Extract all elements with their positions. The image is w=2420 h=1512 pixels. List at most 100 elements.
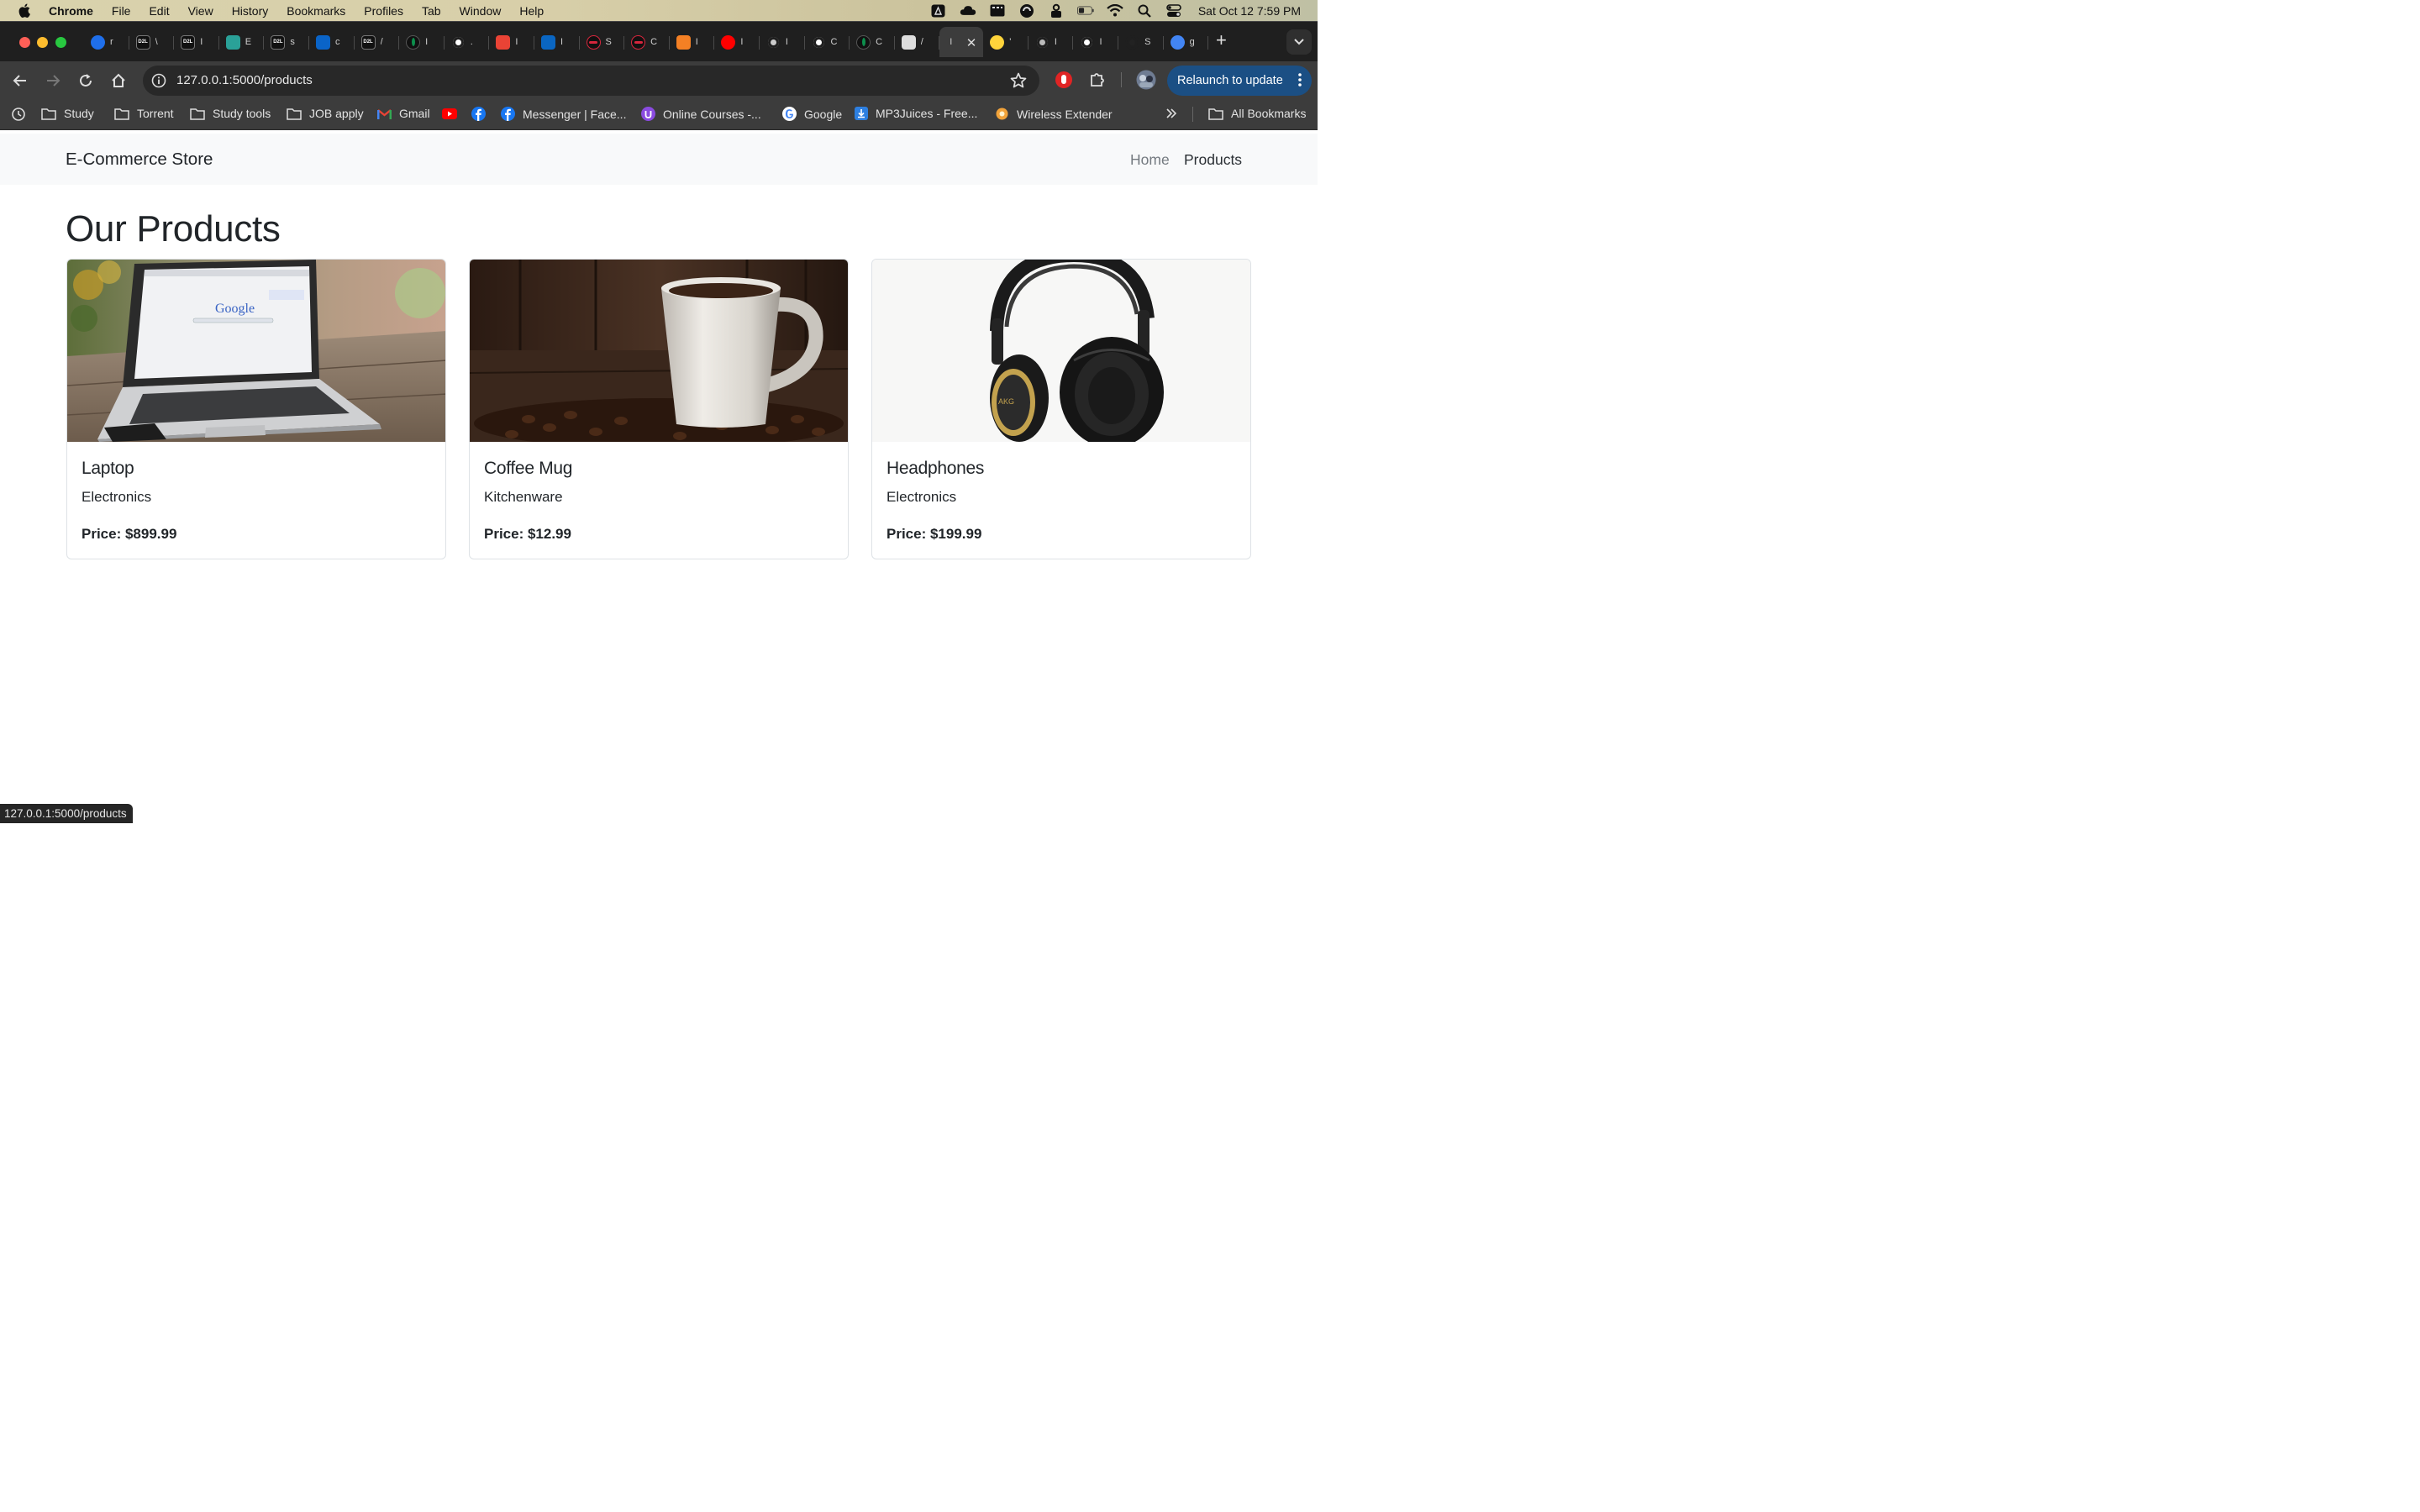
bookmark-online-courses[interactable]: Online Courses -...	[641, 107, 761, 121]
bookmark-study-tools[interactable]: Study tools	[190, 107, 271, 120]
browser-tab[interactable]: r	[84, 27, 129, 57]
browser-tab[interactable]: E	[219, 27, 265, 57]
browser-tab[interactable]: D2L I	[174, 27, 219, 57]
youtube-icon	[442, 108, 457, 119]
browser-tab[interactable]: D2L /	[355, 27, 400, 57]
browser-tab[interactable]: c	[309, 27, 355, 57]
menu-profiles[interactable]: Profiles	[364, 4, 403, 18]
browser-tab[interactable]: C	[624, 27, 670, 57]
drive-icon[interactable]	[930, 4, 947, 18]
browser-tab[interactable]: S	[580, 27, 625, 57]
lock-person-icon[interactable]	[1048, 3, 1065, 18]
bookmark-mp3juices[interactable]: MP3Juices - Free...	[855, 107, 977, 120]
nav-home-link[interactable]: Home	[1130, 151, 1170, 169]
laptop-photo[interactable]: Google	[67, 260, 445, 442]
address-bar[interactable]: 127.0.0.1:5000/products	[143, 66, 1039, 96]
all-bookmarks-button[interactable]: All Bookmarks	[1208, 107, 1306, 120]
facebook-icon	[471, 107, 486, 121]
browser-tab[interactable]: I	[489, 27, 534, 57]
wifi-icon[interactable]	[1107, 4, 1123, 18]
browser-tab[interactable]: I	[670, 27, 715, 57]
minimize-window-button[interactable]	[37, 37, 48, 48]
headphones-photo[interactable]: AKG	[872, 260, 1250, 442]
home-button[interactable]	[109, 71, 128, 90]
browser-tab[interactable]: D2L s	[264, 27, 309, 57]
svg-text:Google: Google	[215, 302, 255, 316]
browser-tab[interactable]: C	[805, 27, 850, 57]
menu-edit[interactable]: Edit	[149, 4, 169, 18]
close-tab-icon[interactable]: ✕	[966, 35, 977, 50]
tab-search-button[interactable]	[1286, 29, 1312, 55]
back-button[interactable]	[11, 71, 29, 90]
extensions-puzzle-icon[interactable]	[1089, 71, 1106, 92]
product-card[interactable]: AKG Headphones Electronics Price: $199.9…	[871, 259, 1251, 559]
menubar-app-icon[interactable]	[989, 4, 1006, 18]
coffee-mug-photo[interactable]	[470, 260, 848, 442]
history-bookmark-icon[interactable]	[11, 107, 26, 122]
browser-tab[interactable]: g	[1164, 27, 1209, 57]
tab-title: I	[200, 37, 203, 47]
menu-file[interactable]: File	[112, 4, 131, 18]
bookmark-job-apply[interactable]: JOB apply	[287, 107, 364, 120]
more-menu-icon[interactable]	[1298, 73, 1302, 90]
menu-window[interactable]: Window	[460, 4, 502, 18]
bookmark-study[interactable]: Study	[41, 107, 94, 120]
browser-tab[interactable]: S	[1118, 27, 1164, 57]
browser-tab[interactable]: I	[760, 27, 805, 57]
browser-tab[interactable]: I	[534, 27, 580, 57]
tab-title: r	[110, 37, 113, 47]
browser-tab[interactable]: C	[850, 27, 895, 57]
bookmark-youtube[interactable]	[442, 108, 465, 119]
browser-tab[interactable]: I	[399, 27, 445, 57]
cloud-icon[interactable]	[960, 4, 976, 18]
browser-tab[interactable]: I ✕	[939, 27, 984, 57]
udemy-icon	[641, 107, 655, 121]
bookmark-wireless-extender[interactable]: Wireless Extender	[995, 107, 1113, 121]
bookmark-star-icon[interactable]	[1010, 72, 1027, 93]
bookmark-facebook[interactable]	[471, 107, 493, 121]
forward-button[interactable]	[44, 71, 62, 90]
menu-history[interactable]: History	[232, 4, 269, 18]
battery-icon[interactable]	[1076, 4, 1094, 18]
menu-view[interactable]: View	[188, 4, 213, 18]
bookmark-torrent[interactable]: Torrent	[114, 107, 174, 120]
new-tab-button[interactable]: +	[1216, 30, 1227, 50]
bookmark-gmail[interactable]: Gmail	[377, 107, 430, 120]
product-card[interactable]: Coffee Mug Kitchenware Price: $12.99	[469, 259, 849, 559]
youtube-icon	[721, 34, 736, 50]
browser-tab[interactable]: I	[1028, 27, 1074, 57]
reload-button[interactable]	[76, 71, 95, 90]
close-window-button[interactable]	[19, 37, 30, 48]
site-brand-link[interactable]: E-Commerce Store	[66, 150, 213, 170]
bookmark-messenger[interactable]: Messenger | Face...	[501, 107, 626, 121]
relaunch-to-update-button[interactable]: Relaunch to update	[1167, 66, 1312, 96]
fullscreen-window-button[interactable]	[55, 37, 66, 48]
nav-products-link[interactable]: Products	[1184, 151, 1242, 169]
folder-icon	[41, 108, 56, 120]
sync-icon[interactable]	[1018, 3, 1035, 18]
site-info-icon[interactable]	[151, 73, 166, 92]
menu-tab[interactable]: Tab	[422, 4, 441, 18]
clock[interactable]: Sat Oct 12 7:59 PM	[1198, 4, 1301, 18]
bookmarks-bar: Study Torrent Study tools JOB apply Gmai…	[0, 99, 1318, 130]
adblock-extension-icon[interactable]	[1055, 71, 1073, 93]
bookmark-google[interactable]: Google	[782, 107, 842, 121]
browser-tab[interactable]: D2L \	[129, 27, 175, 57]
menu-app-name[interactable]: Chrome	[49, 4, 93, 18]
browser-tab[interactable]: .	[445, 27, 490, 57]
browser-tab[interactable]: I	[1073, 27, 1118, 57]
tab-title: '	[1009, 37, 1012, 47]
apple-icon[interactable]	[18, 3, 30, 18]
browser-tab[interactable]: '	[983, 27, 1028, 57]
browser-tab[interactable]: I	[714, 27, 760, 57]
spotlight-search-icon[interactable]	[1136, 4, 1153, 18]
leaf-icon	[856, 34, 871, 50]
profile-avatar-icon[interactable]	[1136, 70, 1156, 94]
product-card[interactable]: Google Laptop Electronics Price: $899.99	[66, 259, 446, 559]
browser-tab[interactable]: /	[895, 27, 940, 57]
menu-bookmarks[interactable]: Bookmarks	[287, 4, 345, 18]
more-bookmarks-button[interactable]	[1165, 108, 1177, 119]
control-center-icon[interactable]	[1165, 3, 1182, 18]
menu-help[interactable]: Help	[519, 4, 544, 18]
url-text[interactable]: 127.0.0.1:5000/products	[176, 73, 313, 87]
